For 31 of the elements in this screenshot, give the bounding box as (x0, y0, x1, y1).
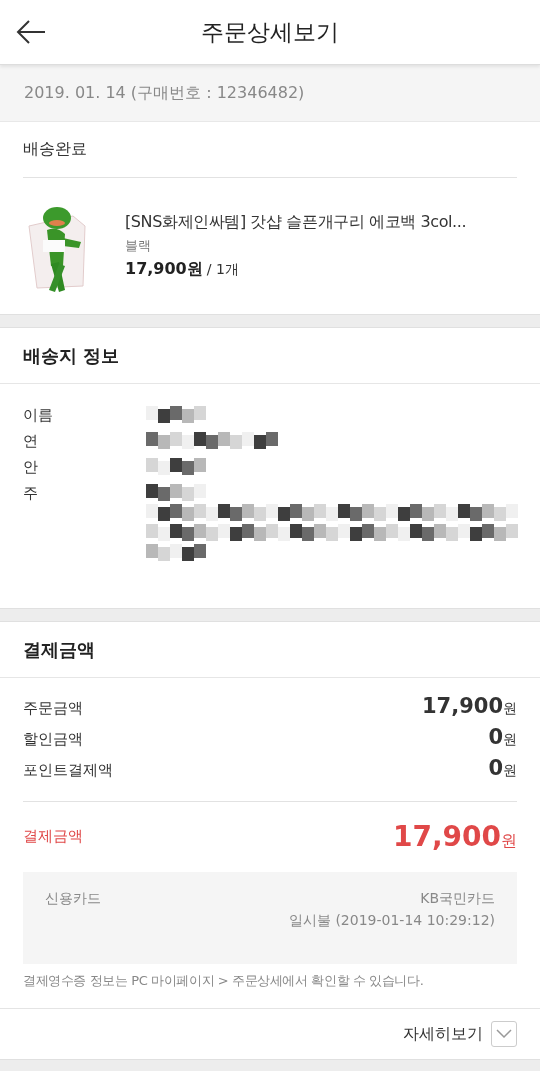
amount-value: 17,900원 (421, 694, 517, 718)
more-label: 자세히보기 (403, 1023, 483, 1045)
chevron-icon (496, 1029, 512, 1039)
payment-type: 신용카드 (45, 890, 101, 908)
field-label: 주 (23, 483, 39, 504)
field-label: 안 (23, 457, 39, 478)
redacted-mosaic (146, 456, 206, 476)
field-label: 연 (23, 431, 39, 452)
delivery-status: 배송완료 (23, 122, 517, 178)
amount-label: 포인트결제액 (23, 761, 113, 780)
amount-label: 주문금액 (23, 699, 83, 718)
receipt-notice: 결제영수증 정보는 PC 마이페이지 > 주문상세에서 확인할 수 있습니다. (23, 972, 425, 990)
payment-detail: 일시불 (2019-01-14 10:29:12) (288, 912, 495, 930)
back-arrow-icon[interactable] (15, 18, 47, 46)
amount-label: 할인금액 (23, 730, 83, 749)
redacted-mosaic (146, 404, 206, 424)
product-name[interactable]: [SNS화제인싸템] 갓샵 슬픈개구리 에코백 3col... (125, 212, 467, 233)
product-price: 17,900원 (125, 259, 203, 280)
card-name: KB국민카드 (420, 890, 495, 908)
product-option: 블랙 (125, 237, 467, 255)
field-label: 이름 (23, 405, 54, 426)
section-heading: 배송지 정보 (0, 328, 540, 384)
page-title: 주문상세보기 (201, 17, 339, 47)
amount-value: 0원 (488, 725, 517, 749)
total-label: 결제금액 (23, 826, 83, 846)
amount-value: 0원 (488, 756, 517, 780)
order-date: 2019. 01. 14 (구매번호 : 12346482) (24, 82, 305, 104)
product-quantity: / 1개 (206, 261, 239, 279)
total-amount: 17,900원 (392, 819, 517, 853)
expand-toggle[interactable] (491, 1021, 517, 1047)
section-heading: 결제금액 (0, 622, 540, 678)
